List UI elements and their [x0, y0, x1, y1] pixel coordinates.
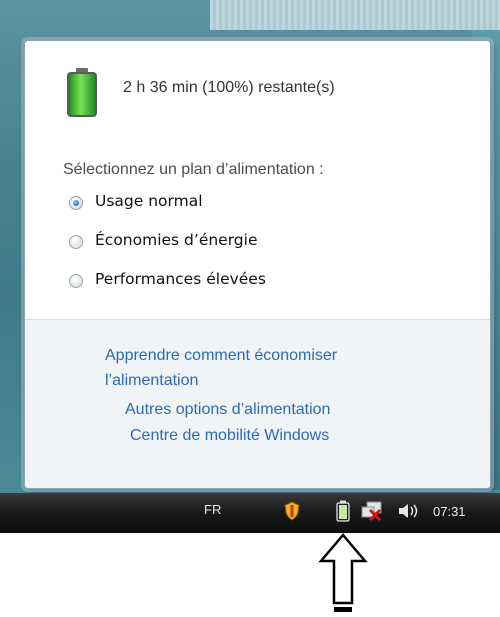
- desktop-window-strip: [210, 0, 500, 30]
- battery-full-icon: [67, 68, 97, 117]
- plan-option-normal[interactable]: Usage normal: [69, 192, 429, 214]
- battery-remaining-text: 2 h 36 min (100%) restante(s): [123, 79, 335, 96]
- plan-option-power-saver[interactable]: Économies d’énergie: [69, 231, 429, 253]
- flyout-links-footer: Apprendre comment économiser l’alimentat…: [25, 319, 490, 488]
- volume-icon[interactable]: [397, 502, 423, 520]
- learn-save-power-link-line2[interactable]: l’alimentation: [105, 372, 198, 390]
- plan-option-high-performance[interactable]: Performances élevées: [69, 270, 429, 292]
- battery-icon[interactable]: [336, 500, 350, 522]
- power-flyout: 2 h 36 min (100%) restante(s) Sélectionn…: [24, 40, 491, 489]
- plan-label: Usage normal: [95, 192, 203, 210]
- language-indicator[interactable]: FR: [204, 502, 221, 517]
- radio-unselected-icon[interactable]: [69, 274, 83, 288]
- learn-save-power-link[interactable]: Apprendre comment économiser: [105, 347, 337, 365]
- pointer-arrow-icon: [318, 533, 368, 612]
- shield-icon[interactable]: [284, 501, 300, 521]
- radio-unselected-icon[interactable]: [69, 235, 83, 249]
- more-power-options-link[interactable]: Autres options d’alimentation: [125, 401, 330, 419]
- power-plan-title: Sélectionnez un plan d’alimentation :: [63, 161, 324, 178]
- network-disconnected-icon[interactable]: [361, 501, 383, 521]
- plan-label: Économies d’énergie: [95, 231, 258, 249]
- battery-status-row: 2 h 36 min (100%) restante(s): [65, 67, 465, 117]
- plan-label: Performances élevées: [95, 270, 266, 288]
- mobility-center-link[interactable]: Centre de mobilité Windows: [130, 427, 329, 445]
- radio-selected-icon[interactable]: [69, 196, 83, 210]
- taskbar: FR 07:31: [0, 493, 500, 533]
- clock[interactable]: 07:31: [433, 504, 466, 519]
